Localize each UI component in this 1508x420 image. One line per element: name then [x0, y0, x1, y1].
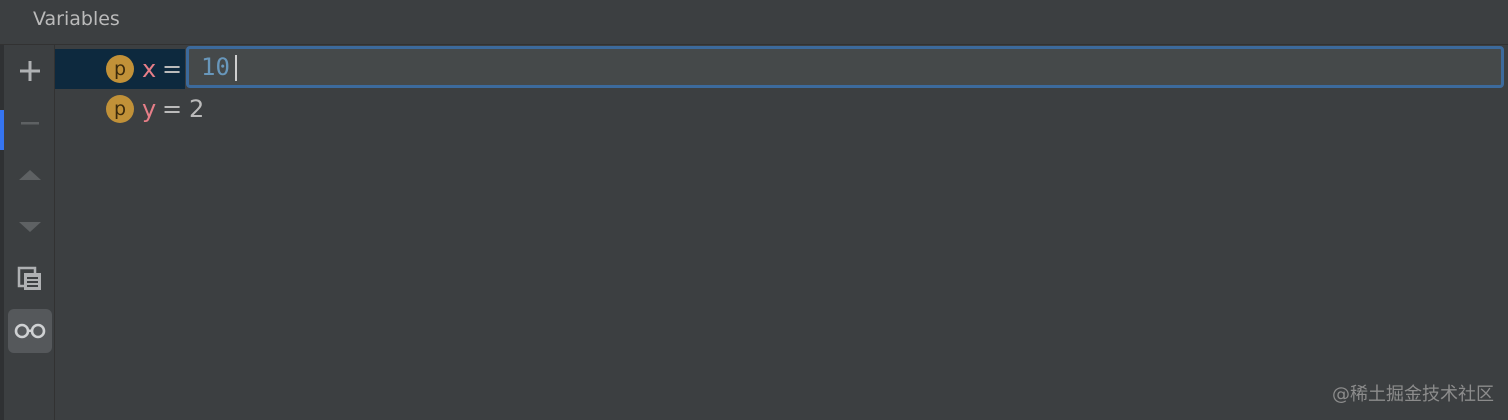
remove-icon: [21, 122, 39, 125]
variables-panel: Variables p x = 10 p y = 2 @稀土掘金技术社区: [0, 0, 1508, 420]
text-caret: [235, 55, 237, 81]
variable-value: 2: [189, 95, 205, 123]
equals-sign: =: [162, 55, 183, 83]
add-icon: [20, 61, 40, 81]
move-up-button[interactable]: [8, 153, 52, 197]
watch-glasses-icon: [14, 323, 46, 339]
copy-button[interactable]: [8, 257, 52, 301]
watermark: @稀土掘金技术社区: [1332, 384, 1494, 405]
variable-name: x: [142, 55, 157, 83]
move-down-icon: [19, 222, 41, 232]
variable-name: y: [142, 95, 157, 123]
panel-header: Variables: [0, 0, 1508, 45]
copy-icon: [17, 266, 41, 290]
panel-title: Variables: [33, 8, 120, 30]
variable-value-editor[interactable]: [186, 46, 1504, 88]
variable-row-x[interactable]: p x =: [55, 46, 1508, 89]
add-button[interactable]: [8, 49, 52, 93]
value-input[interactable]: [189, 50, 1491, 84]
variables-tree: p x = p y = 2: [55, 45, 1508, 420]
variables-toolbar: [4, 45, 55, 420]
move-up-icon: [19, 170, 41, 180]
watch-glasses-button[interactable]: [8, 309, 52, 353]
parameter-badge-icon: p: [106, 55, 134, 83]
parameter-badge-icon: p: [106, 95, 134, 123]
equals-sign: =: [162, 95, 183, 123]
remove-button[interactable]: [8, 101, 52, 145]
variable-row-y[interactable]: p y = 2: [55, 89, 1508, 129]
move-down-button[interactable]: [8, 205, 52, 249]
